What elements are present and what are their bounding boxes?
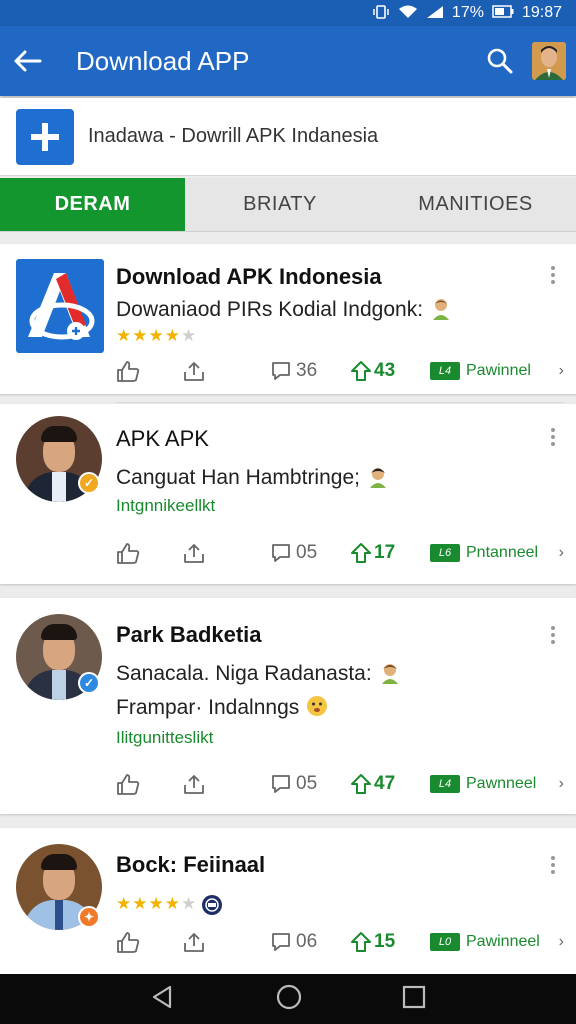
upvote-count[interactable]: 17	[350, 542, 430, 564]
post-title: Park Badketia	[116, 622, 262, 647]
rating-stars: ★ ★ ★ ★ ★	[116, 894, 223, 921]
download-icon: L0	[430, 933, 460, 951]
verified-badge-icon: ✓	[78, 672, 100, 694]
divider	[116, 402, 564, 403]
like-icon[interactable]	[116, 931, 182, 953]
comment-icon	[272, 362, 290, 380]
app-banner[interactable]: Inadawa - Dowrill APK Indanesia	[0, 98, 576, 176]
tab-briaty[interactable]: BRIATY	[185, 178, 375, 231]
tab-deram[interactable]: DERAM	[0, 178, 185, 231]
download-button[interactable]: L4 Pawnneel ›	[430, 775, 564, 793]
post-actions: 05 17 L6 Pntanneel ›	[116, 537, 564, 569]
post-title: Bock: Feiinaal	[116, 852, 266, 877]
system-nav-bar	[0, 974, 576, 1024]
signal-icon	[426, 5, 444, 22]
download-icon: L4	[430, 362, 460, 380]
post-card[interactable]: ✓ Park Badketia Sanacala. Niga Radanasta…	[0, 598, 576, 814]
emoji-face-icon	[305, 696, 329, 719]
nav-recents-icon[interactable]	[402, 985, 426, 1014]
upvote-count[interactable]: 43	[350, 360, 430, 382]
upvote-icon	[351, 774, 371, 794]
profile-avatar[interactable]	[532, 42, 566, 80]
post-text-2: Frampar· Indalnngs	[116, 694, 329, 720]
emoji-person-icon	[366, 466, 390, 489]
like-icon[interactable]	[116, 360, 182, 382]
search-icon[interactable]	[476, 47, 524, 75]
like-icon[interactable]	[116, 542, 182, 564]
share-icon[interactable]	[182, 931, 270, 953]
nav-back-icon[interactable]	[150, 984, 176, 1015]
post-text: Dowaniaod PIRs Kodial Indgonk:	[116, 296, 453, 322]
upvote-icon	[351, 361, 371, 381]
more-vert-icon[interactable]	[550, 626, 556, 644]
share-icon[interactable]	[182, 360, 270, 382]
rating-stars: ★ ★ ★ ★ ★	[116, 326, 197, 345]
download-button[interactable]: L4 Pawinnel ›	[430, 362, 564, 380]
tab-bar: DERAM BRIATY MANITIOES	[0, 178, 576, 232]
comment-count[interactable]: 05	[270, 773, 350, 795]
chevron-right-icon: ›	[558, 544, 564, 561]
post-actions: 36 43 L4 Pawinnel ›	[116, 355, 564, 387]
badge-icon	[201, 894, 223, 921]
comment-count[interactable]: 06	[270, 931, 350, 953]
award-badge-icon: ✦	[78, 906, 100, 928]
like-icon[interactable]	[116, 773, 182, 795]
download-button[interactable]: L0 Pawinneel ›	[430, 933, 564, 951]
upvote-icon	[351, 543, 371, 563]
comment-icon	[272, 544, 290, 562]
comment-count[interactable]: 36	[270, 360, 350, 382]
share-icon[interactable]	[182, 773, 270, 795]
clock: 19:87	[521, 4, 562, 21]
battery-percent: 17%	[451, 4, 484, 21]
post-card[interactable]: Download APK Indonesia Dowaniaod PIRs Ko…	[0, 244, 576, 403]
status-bar: 17% 19:87	[0, 0, 576, 26]
app-bar: Download APP	[0, 26, 576, 96]
chevron-right-icon: ›	[558, 933, 564, 950]
post-text: Canguat Han Hambtringe;	[116, 464, 390, 490]
download-icon: L6	[430, 544, 460, 562]
post-subtext: Intgnnikeellkt	[116, 496, 216, 515]
share-icon[interactable]	[182, 542, 270, 564]
comment-count[interactable]: 05	[270, 542, 350, 564]
more-vert-icon[interactable]	[550, 856, 556, 874]
post-actions: 05 47 L4 Pawnneel ›	[116, 768, 564, 800]
back-arrow-icon[interactable]	[0, 49, 54, 73]
post-card[interactable]: ✓ APK APK Canguat Han Hambtringe; Intgnn…	[0, 404, 576, 584]
more-vert-icon[interactable]	[550, 266, 556, 284]
post-actions: 06 15 L0 Pawinneel ›	[116, 926, 564, 958]
page-title: Download APP	[76, 45, 250, 76]
vibrate-icon	[372, 4, 390, 22]
comment-icon	[272, 933, 290, 951]
nav-home-icon[interactable]	[275, 983, 303, 1016]
chevron-right-icon: ›	[558, 362, 564, 379]
tab-manitioes[interactable]: MANITIOES	[375, 178, 576, 231]
emoji-person-icon	[429, 298, 453, 321]
more-vert-icon[interactable]	[550, 428, 556, 446]
emoji-person-icon	[378, 662, 402, 685]
post-title: Download APK Indonesia	[116, 264, 382, 289]
upvote-icon	[351, 932, 371, 952]
chevron-right-icon: ›	[558, 775, 564, 792]
post-title: APK APK	[116, 426, 209, 451]
post-card[interactable]: ✦ Bock: Feiinaal ★ ★ ★ ★ ★ 06 15 L0 Pawinnee…	[0, 828, 576, 974]
download-icon: L4	[430, 775, 460, 793]
battery-icon	[492, 5, 514, 21]
wifi-icon	[398, 5, 418, 22]
app-logo	[16, 259, 104, 353]
banner-text: Inadawa - Dowrill APK Indanesia	[88, 125, 379, 147]
post-subtext: Ilitgunitteslikt	[116, 728, 214, 747]
upvote-count[interactable]: 15	[350, 931, 430, 953]
verified-badge-icon: ✓	[78, 472, 100, 494]
comment-icon	[272, 775, 290, 793]
post-text: Sanacala. Niga Radanasta:	[116, 660, 402, 686]
upvote-count[interactable]: 47	[350, 773, 430, 795]
download-button[interactable]: L6 Pntanneel ›	[430, 544, 564, 562]
plus-icon[interactable]	[16, 108, 74, 165]
